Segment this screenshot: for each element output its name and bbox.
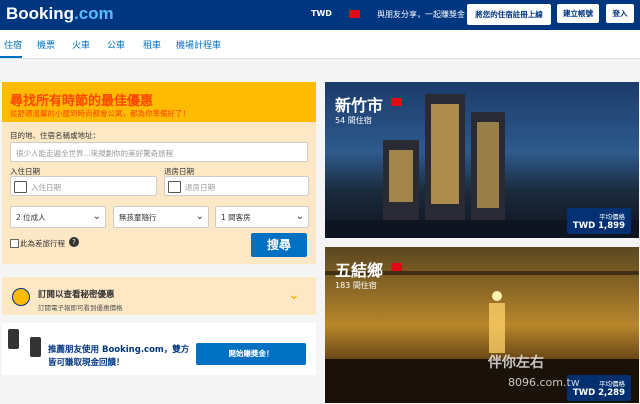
share-link[interactable]: 與朋友分享，一起賺獎金 — [377, 9, 465, 20]
destination-card[interactable]: 五結鄉 183 間住宿 平均價格 TWD 2,289 — [325, 247, 639, 403]
start-earning-button[interactable]: 開始賺獎金！ — [196, 343, 306, 365]
phone-icon — [30, 337, 41, 357]
phone-icon — [8, 329, 19, 349]
property-count: 183 間住宿 — [335, 281, 377, 290]
active-tab-indicator — [0, 56, 22, 58]
chevron-down-icon: ⌄ — [195, 211, 204, 222]
price-value: TWD 2,289 — [572, 388, 625, 398]
lit-windows — [477, 122, 499, 208]
rooms-select[interactable]: 1 間客房 ⌄ — [215, 206, 309, 228]
tab-flights[interactable]: 機票 — [37, 38, 55, 51]
search-subtitle: 從舒適溫馨的小屋到時尚都會公寓，都為你準備好了！ — [10, 109, 190, 118]
product-nav: 住宿 機票 火車 公車 租車 機場計程車 — [0, 30, 640, 59]
booking-logo[interactable]: Booking.com — [6, 4, 114, 24]
checkout-date-field[interactable]: 退房日期 — [164, 176, 309, 196]
chevron-down-icon: ⌄ — [295, 211, 304, 222]
search-button[interactable]: 搜尋 — [251, 233, 307, 257]
destination-label: 目的地、住宿名稱或地址： — [10, 131, 100, 140]
envelope-icon — [12, 288, 30, 306]
tab-car-rental[interactable]: 租車 — [143, 38, 161, 51]
register-button[interactable]: 建立帳號 — [557, 4, 599, 23]
city-name: 新竹市 — [335, 96, 384, 115]
calendar-icon — [168, 181, 181, 193]
watermark-url: 8096.com.tw — [508, 376, 580, 389]
city-name: 五結鄉 — [335, 261, 384, 280]
chevron-down-icon: ⌄ — [92, 211, 101, 222]
tab-stays[interactable]: 住宿 — [4, 38, 22, 51]
lit-windows — [431, 104, 459, 204]
property-count: 54 間住宿 — [335, 116, 372, 125]
login-button[interactable]: 登入 — [606, 4, 634, 23]
checkin-date-field[interactable]: 入住日期 — [10, 176, 157, 196]
destination-card[interactable]: 新竹市 54 間住宿 平均價格 TWD 1,899 — [325, 82, 639, 238]
chevron-down-icon[interactable]: ⌄ — [288, 287, 300, 303]
business-trip-checkbox[interactable] — [10, 239, 19, 248]
currency-selector[interactable]: TWD — [311, 9, 332, 18]
search-header: 尋找所有時節的最佳優惠 從舒適溫馨的小屋到時尚都會公寓，都為你準備好了！ — [2, 82, 316, 122]
price-value: TWD 1,899 — [572, 221, 625, 231]
calendar-icon — [14, 181, 27, 193]
subscribe-banner[interactable]: 訂閱以查看秘密優惠 訂閱電子報即可看到優惠價格 ⌄ — [2, 277, 316, 315]
business-trip-label: 此為差旅行程 — [20, 239, 65, 248]
sun-reflection — [489, 303, 505, 353]
lit-windows — [389, 150, 413, 202]
adults-select[interactable]: 2 位成人 ⌄ — [10, 206, 106, 228]
top-bar: Booking.com TWD 與朋友分享，一起賺獎金 將您的住宿註冊上線 建立… — [0, 0, 640, 30]
price-badge: 平均價格 TWD 1,899 — [567, 208, 631, 234]
sun-image — [492, 291, 502, 301]
price-label: 平均價格 — [599, 380, 625, 388]
children-select[interactable]: 無孩童隨行 ⌄ — [113, 206, 209, 228]
price-label: 平均價格 — [599, 213, 625, 221]
taiwan-flag-icon — [391, 263, 402, 271]
help-icon[interactable]: ? — [69, 237, 79, 247]
watermark: 伴你左右 — [488, 355, 544, 371]
language-flag-icon[interactable] — [349, 10, 360, 18]
tab-buses[interactable]: 公車 — [107, 38, 125, 51]
list-property-button[interactable]: 將您的住宿註冊上線 — [467, 4, 551, 25]
taiwan-flag-icon — [391, 98, 402, 106]
referral-text: 推薦朋友使用 Booking.com，雙方 皆可賺取現金回饋！ — [48, 345, 190, 368]
search-title: 尋找所有時節的最佳優惠 — [10, 94, 154, 109]
subscribe-desc: 訂閱電子報即可看到優惠價格 — [38, 304, 123, 312]
subscribe-title: 訂閱以查看秘密優惠 — [38, 290, 115, 300]
tab-trains[interactable]: 火車 — [72, 38, 90, 51]
destination-input[interactable]: 很少人能走遍全世界...來規劃你的美好驚奇旅程 — [10, 142, 308, 162]
tab-airport-taxi[interactable]: 機場計程車 — [176, 38, 221, 51]
